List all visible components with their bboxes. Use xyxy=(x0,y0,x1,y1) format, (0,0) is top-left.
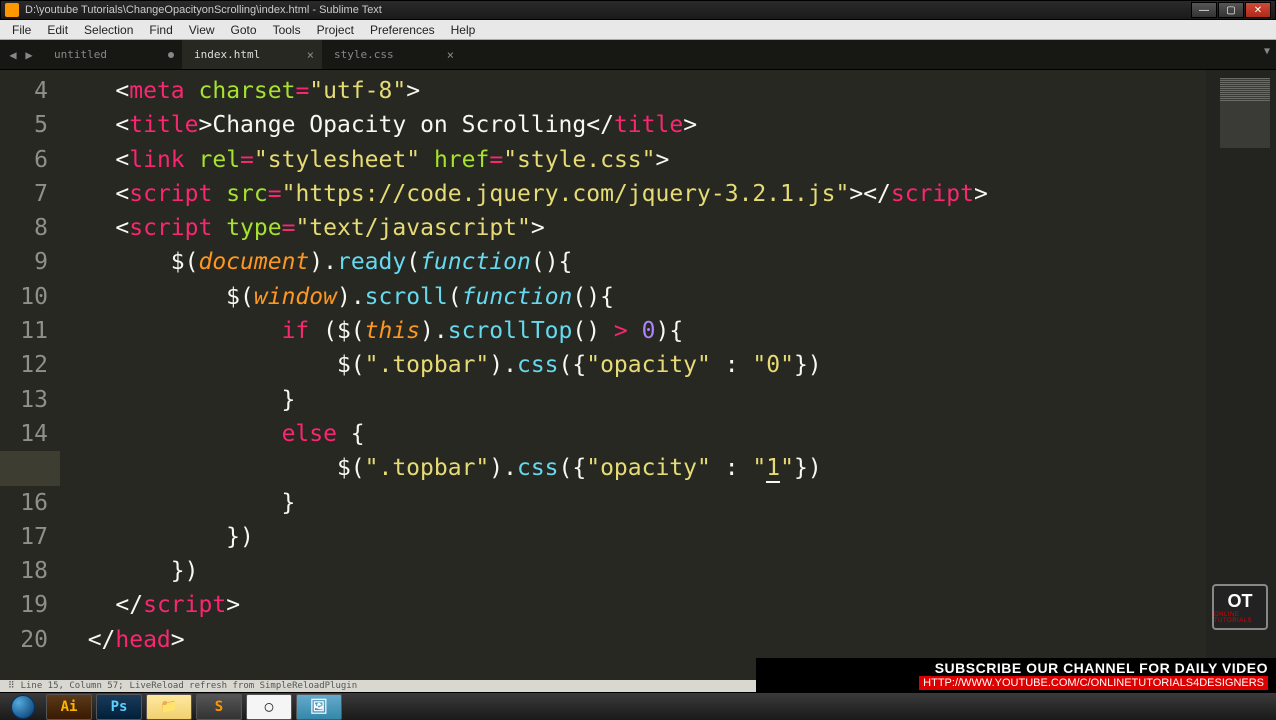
code-line[interactable]: </head> xyxy=(60,623,1206,657)
code-line[interactable]: $(".topbar").css({"opacity" : "1"}) xyxy=(60,451,1206,485)
menu-find[interactable]: Find xyxy=(141,21,180,39)
tab-untitled[interactable]: untitled xyxy=(42,40,182,69)
app-icon xyxy=(5,3,19,17)
tab-close-icon[interactable]: × xyxy=(307,48,314,62)
text-cursor: 1 xyxy=(766,455,780,483)
line-number: 20 xyxy=(0,623,60,657)
line-number: 9 xyxy=(0,245,60,279)
line-number: 7 xyxy=(0,177,60,211)
code-line[interactable]: } xyxy=(60,486,1206,520)
code-area[interactable]: <meta charset="utf-8"> <title>Change Opa… xyxy=(60,70,1206,680)
editor: 4567891011121314151617181920 <meta chars… xyxy=(0,70,1276,680)
line-number: 16 xyxy=(0,486,60,520)
status-selection[interactable]: Line 15, Column 57; xyxy=(21,681,124,691)
line-number: 5 xyxy=(0,108,60,142)
line-number: 6 xyxy=(0,143,60,177)
minimap-viewport[interactable] xyxy=(1220,78,1270,148)
tab-label: index.html xyxy=(194,48,260,61)
code-line[interactable]: if ($(this).scrollTop() > 0){ xyxy=(60,314,1206,348)
tab-bar: ◀ ▶ untitled index.html × style.css × ▼ xyxy=(0,40,1276,70)
code-line[interactable]: }) xyxy=(60,554,1206,588)
code-line[interactable]: <link rel="stylesheet" href="style.css"> xyxy=(60,143,1206,177)
line-number: 4 xyxy=(0,74,60,108)
menu-edit[interactable]: Edit xyxy=(39,21,76,39)
line-number: 18 xyxy=(0,554,60,588)
menu-file[interactable]: File xyxy=(4,21,39,39)
code-line[interactable]: </script> xyxy=(60,588,1206,622)
status-grip-icon: ⠿ xyxy=(8,681,15,691)
tab-overflow-icon[interactable]: ▼ xyxy=(1264,46,1270,57)
dirty-indicator-icon xyxy=(168,52,174,58)
code-line[interactable]: $(".topbar").css({"opacity" : "0"}) xyxy=(60,348,1206,382)
taskbar-explorer[interactable]: 📁 xyxy=(146,694,192,720)
line-number: 13 xyxy=(0,383,60,417)
window-titlebar: D:\youtube Tutorials\ChangeOpacityonScro… xyxy=(0,0,1276,20)
line-number: 11 xyxy=(0,314,60,348)
start-button[interactable] xyxy=(4,694,42,720)
menu-help[interactable]: Help xyxy=(443,21,484,39)
menu-selection[interactable]: Selection xyxy=(76,21,141,39)
tab-label: untitled xyxy=(54,48,107,61)
windows-taskbar: Ai Ps 📁 S ◯ 🖼 xyxy=(0,692,1276,720)
taskbar-pictures[interactable]: 🖼 xyxy=(296,694,342,720)
taskbar-photoshop[interactable]: Ps xyxy=(96,694,142,720)
menu-preferences[interactable]: Preferences xyxy=(362,21,443,39)
menu-project[interactable]: Project xyxy=(309,21,362,39)
history-forward-icon[interactable]: ▶ xyxy=(22,48,36,62)
history-nav: ◀ ▶ xyxy=(0,40,42,69)
tab-label: style.css xyxy=(334,48,394,61)
menu-bar: File Edit Selection Find View Goto Tools… xyxy=(0,20,1276,40)
tab-style-css[interactable]: style.css × xyxy=(322,40,462,69)
code-line[interactable]: $(window).scroll(function(){ xyxy=(60,280,1206,314)
status-plugin: LiveReload refresh from SimpleReloadPlug… xyxy=(130,681,358,691)
taskbar-chrome[interactable]: ◯ xyxy=(246,694,292,720)
code-line[interactable]: <script type="text/javascript"> xyxy=(60,211,1206,245)
line-number: 10 xyxy=(0,280,60,314)
banner-line2: HTTP://WWW.YOUTUBE.COM/C/ONLINETUTORIALS… xyxy=(919,676,1268,690)
history-back-icon[interactable]: ◀ xyxy=(6,48,20,62)
windows-orb-icon xyxy=(11,695,35,719)
maximize-button[interactable]: ▢ xyxy=(1218,2,1244,18)
menu-tools[interactable]: Tools xyxy=(265,21,309,39)
video-overlay: OT ONLINE TUTORIALS SUBSCRIBE OUR CHANNE… xyxy=(756,658,1276,692)
taskbar-sublime[interactable]: S xyxy=(196,694,242,720)
channel-badge: OT ONLINE TUTORIALS xyxy=(1212,584,1268,630)
code-line[interactable]: }) xyxy=(60,520,1206,554)
tab-index-html[interactable]: index.html × xyxy=(182,40,322,69)
gutter: 4567891011121314151617181920 xyxy=(0,70,60,680)
menu-view[interactable]: View xyxy=(181,21,223,39)
line-number: 19 xyxy=(0,588,60,622)
subscribe-banner: SUBSCRIBE OUR CHANNEL FOR DAILY VIDEO HT… xyxy=(756,658,1276,692)
close-button[interactable]: ✕ xyxy=(1245,2,1271,18)
window-controls: — ▢ ✕ xyxy=(1191,2,1271,18)
banner-line1: SUBSCRIBE OUR CHANNEL FOR DAILY VIDEO xyxy=(935,660,1268,676)
line-number: 8 xyxy=(0,211,60,245)
line-number: 12 xyxy=(0,348,60,382)
code-line[interactable]: } xyxy=(60,383,1206,417)
code-line[interactable]: <script src="https://code.jquery.com/jqu… xyxy=(60,177,1206,211)
badge-initials: OT xyxy=(1228,591,1253,612)
minimize-button[interactable]: — xyxy=(1191,2,1217,18)
line-number: 17 xyxy=(0,520,60,554)
line-number: 14 xyxy=(0,417,60,451)
tab-close-icon[interactable]: × xyxy=(447,48,454,62)
code-line[interactable]: <meta charset="utf-8"> xyxy=(60,74,1206,108)
window-title: D:\youtube Tutorials\ChangeOpacityonScro… xyxy=(25,4,1191,16)
code-line[interactable]: <title>Change Opacity on Scrolling</titl… xyxy=(60,108,1206,142)
code-line[interactable]: else { xyxy=(60,417,1206,451)
taskbar-illustrator[interactable]: Ai xyxy=(46,694,92,720)
code-line[interactable]: $(document).ready(function(){ xyxy=(60,245,1206,279)
badge-subtitle: ONLINE TUTORIALS xyxy=(1214,612,1266,624)
menu-goto[interactable]: Goto xyxy=(223,21,265,39)
